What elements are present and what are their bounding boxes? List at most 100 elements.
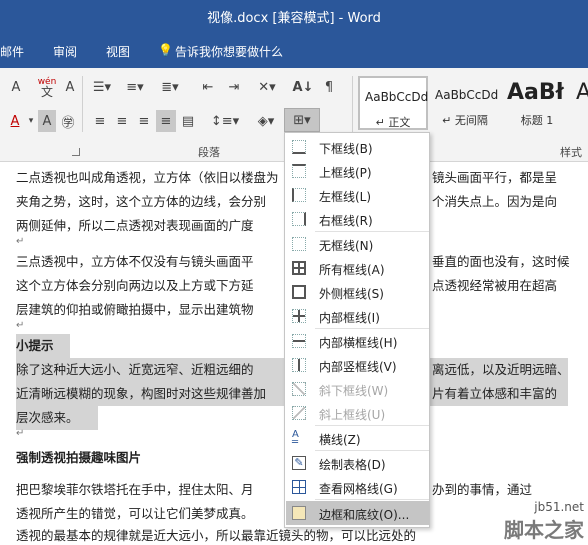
menu-item-border-right[interactable]: 右框线(R) — [286, 207, 429, 231]
border-top-icon — [292, 164, 306, 178]
menu-item-label: 所有框线(A) — [319, 263, 385, 277]
menu-item-mailings[interactable]: 邮件 — [0, 43, 24, 60]
char-shading-icon[interactable]: A — [38, 110, 56, 132]
watermark: jb51.net 脚本之家 — [504, 500, 584, 543]
style-name: 标题 1 — [520, 114, 554, 127]
borders-shading-icon — [292, 506, 306, 520]
border-inside-icon — [292, 309, 306, 323]
style-sample: A — [576, 80, 588, 105]
menu-item-label: 斜上框线(U) — [319, 408, 386, 422]
doc-fragment: 个消失点上。因为是向 — [432, 194, 558, 209]
align-right-icon[interactable]: ≡ — [134, 110, 154, 132]
menu-item-draw-table[interactable]: ✎ 绘制表格(D) — [286, 451, 429, 475]
draw-table-icon: ✎ — [292, 456, 306, 470]
menu-item-label: 上框线(P) — [319, 166, 372, 180]
menu-item-border-top[interactable]: 上框线(P) — [286, 159, 429, 183]
menu-item-label: 查看网格线(G) — [319, 482, 398, 496]
menu-item-border-none[interactable]: 无框线(N) — [286, 232, 429, 256]
menu-item-diagonal-up[interactable]: 斜上框线(U) — [286, 401, 429, 425]
style-heading-1[interactable]: AaBł 标题 1 — [502, 76, 572, 130]
chinese-layout-icon[interactable]: ✕▾ — [252, 76, 282, 98]
justify-icon[interactable]: ≡ — [156, 110, 176, 132]
menu-item-label: 斜下框线(W) — [319, 384, 389, 398]
menu-item-border-inside-horizontal[interactable]: 内部横框线(H) — [286, 329, 429, 353]
menu-item-border-outside[interactable]: 外侧框线(S) — [286, 280, 429, 304]
phonetic-guide-button[interactable]: wén 文 — [34, 76, 60, 98]
menu-item-border-all[interactable]: 所有框线(A) — [286, 256, 429, 280]
distributed-icon[interactable]: ▤ — [178, 110, 198, 132]
border-inside-horizontal-icon — [292, 334, 306, 348]
style-sample: AaBł — [507, 80, 564, 105]
diagonal-down-icon — [292, 382, 306, 396]
bullets-icon[interactable]: ☰▾ — [88, 76, 116, 98]
align-left-icon[interactable]: ≡ — [90, 110, 110, 132]
enclose-char-icon[interactable]: ㊫ — [58, 110, 78, 132]
menu-item-label: 左框线(L) — [319, 190, 372, 204]
font-dialog-launcher[interactable] — [72, 148, 80, 156]
paragraph-group-label: 段落 — [198, 146, 220, 159]
doc-line-highlighted: 层次感来。 — [16, 406, 98, 430]
decrease-indent-icon[interactable]: ⇤ — [196, 76, 220, 98]
sort-icon[interactable]: A↓ — [292, 76, 314, 98]
watermark-site: jb51.net — [534, 500, 584, 514]
menu-item-border-bottom[interactable]: 下框线(B) — [286, 135, 429, 159]
border-inside-vertical-icon — [292, 358, 306, 372]
style-name: ↵ 无间隔 — [442, 114, 488, 127]
style-title[interactable]: A — [574, 76, 588, 130]
menu-item-borders-and-shading[interactable]: 边框和底纹(O)... — [286, 501, 429, 525]
line-spacing-icon[interactable]: ↕≡▾ — [208, 110, 242, 132]
borders-button[interactable]: ⊞▾ — [284, 108, 320, 132]
menu-item-diagonal-down[interactable]: 斜下框线(W) — [286, 377, 429, 401]
menu-item-label: 边框和底纹(O)... — [319, 508, 410, 522]
tip-heading: 小提示 — [16, 334, 70, 358]
menu-item-view-gridlines[interactable]: 查看网格线(G) — [286, 475, 429, 499]
menu-item-label: 无框线(N) — [319, 239, 374, 253]
chevron-down-icon[interactable]: ▾ — [26, 110, 36, 132]
menu-item-review[interactable]: 审阅 — [53, 43, 77, 60]
menu-item-label: 外侧框线(S) — [319, 287, 384, 301]
doc-fragment: 镜头画面平行，都是呈 — [432, 170, 558, 185]
menu-item-label: 横线(Z) — [319, 433, 361, 447]
divider — [82, 76, 83, 132]
title-bar: 视像.docx [兼容模式] - Word — [0, 0, 588, 30]
multilevel-list-icon[interactable]: ≣▾ — [154, 76, 186, 98]
menu-item-label: 下框线(B) — [319, 142, 373, 156]
view-gridlines-icon — [292, 480, 306, 494]
style-sample: AaBbCcDd — [365, 90, 429, 104]
align-center-icon[interactable]: ≡ — [112, 110, 132, 132]
style-normal[interactable]: AaBbCcDd ↵ 正文 — [358, 76, 428, 130]
numbering-icon[interactable]: ≡▾ — [120, 76, 150, 98]
tell-me-input[interactable]: 告诉我你想要做什么 — [175, 43, 283, 60]
doc-fragment: 片有着立体感和丰富的 — [432, 382, 568, 406]
border-outside-icon — [292, 285, 306, 299]
doc-fragment: 离远低，以及近明远暗、 — [432, 358, 570, 382]
menu-item-label: 内部横框线(H) — [319, 336, 398, 350]
increase-indent-icon[interactable]: ⇥ — [222, 76, 246, 98]
border-none-icon — [292, 237, 306, 251]
diagonal-up-icon — [292, 406, 306, 420]
menu-item-view[interactable]: 视图 — [106, 43, 130, 60]
doc-fragment: 点透视经常被用在超高 — [432, 278, 558, 293]
style-sample: AaBbCcDd — [435, 88, 499, 102]
paragraph-mark: ↵ — [16, 236, 25, 247]
lightbulb-icon: 💡 — [158, 43, 173, 57]
menu-item-border-inside[interactable]: 内部框线(I) — [286, 304, 429, 328]
style-no-spacing[interactable]: AaBbCcDd ↵ 无间隔 — [430, 76, 500, 130]
menu-item-horizontal-line[interactable]: A ═ 横线(Z) — [286, 426, 429, 450]
char-border-icon[interactable]: A — [62, 76, 78, 98]
styles-group-label: 样式 — [560, 146, 582, 159]
style-name: ↵ 正文 — [375, 116, 411, 129]
shading-icon[interactable]: ◈▾ — [250, 110, 282, 132]
show-marks-icon[interactable]: ¶ — [318, 76, 340, 98]
clear-format-icon[interactable]: A — [4, 76, 28, 98]
border-all-icon — [292, 261, 306, 275]
font-color-icon[interactable]: A — [4, 110, 26, 132]
paragraph-mark: ↵ — [16, 428, 25, 439]
menu-item-border-left[interactable]: 左框线(L) — [286, 183, 429, 207]
horizontal-line-icon: A ═ — [292, 429, 299, 448]
menu-item-label: 右框线(R) — [319, 214, 373, 228]
doc-fragment: 垂直的面也没有，这时候 — [432, 254, 570, 269]
border-bottom-icon — [292, 140, 306, 154]
menu-item-border-inside-vertical[interactable]: 内部竖框线(V) — [286, 353, 429, 377]
window-title: 视像.docx [兼容模式] - Word — [207, 11, 381, 26]
